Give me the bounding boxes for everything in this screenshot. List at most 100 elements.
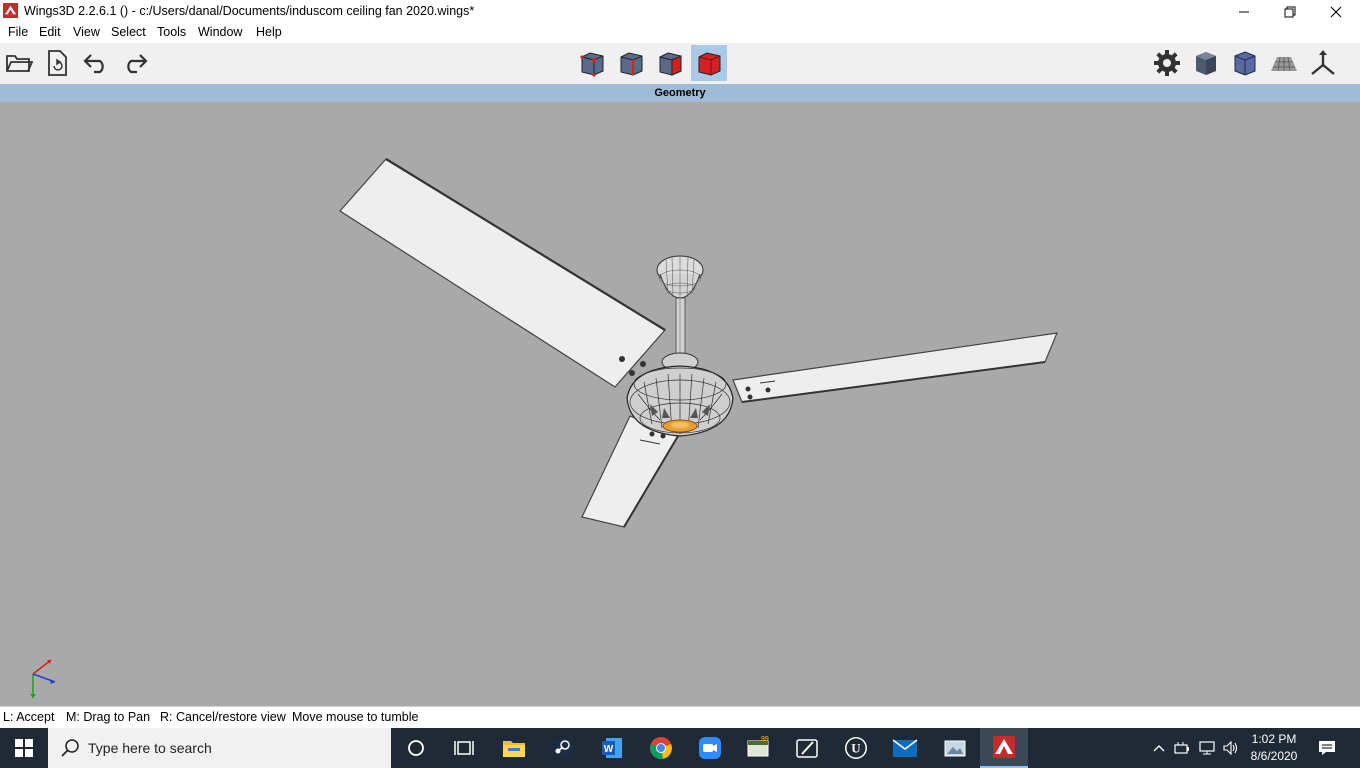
menu-bar: File Edit View Select Tools Window Help [0,24,1360,43]
menu-file[interactable]: File [8,25,28,39]
maximize-button[interactable] [1267,0,1313,24]
ground-grid-icon [1271,56,1297,72]
battery-button[interactable] [1172,728,1192,768]
notes-icon: 99 [747,736,769,757]
wings3d-app-icon[interactable] [3,3,18,18]
cortana-button[interactable] [392,728,440,768]
axes-button[interactable] [1305,45,1341,81]
unreal-engine-button[interactable]: U [832,728,880,768]
xyz-axes-icon [30,659,56,698]
notes-app-button[interactable]: 99 [734,728,782,768]
volume-button[interactable] [1220,728,1242,768]
minimize-button[interactable] [1221,0,1267,24]
clock-time: 1:02 PM [1251,732,1297,746]
close-button[interactable] [1313,0,1359,24]
save-icon [48,50,67,76]
file-explorer-icon [503,741,525,757]
body-mode-button[interactable] [691,45,727,81]
fan-blade-left[interactable] [339,158,666,388]
unreal-engine-icon: U [845,737,867,759]
preferences-button[interactable] [1149,45,1185,81]
menu-help[interactable]: Help [256,25,282,39]
network-icon [1199,741,1215,755]
undo-button[interactable] [78,45,114,81]
redo-icon [127,54,148,74]
chrome-button[interactable] [637,728,685,768]
axes-icon [1311,50,1335,75]
notification-icon [1319,741,1335,755]
photos-button[interactable] [931,728,979,768]
window-title: Wings3D 2.2.6.1 () - c:/Users/danal/Docu… [24,4,475,18]
zoom-button[interactable] [686,728,734,768]
taskbar-clock[interactable]: 1:02 PM 8/6/2020 [1246,731,1302,765]
face-mode-icon [659,52,682,76]
wireframe-button[interactable] [1227,45,1263,81]
status-middle-hint: M: Drag to Pan [66,710,151,724]
menu-view[interactable]: View [73,25,100,39]
mail-button[interactable] [881,728,929,768]
steam-button[interactable] [538,728,586,768]
task-view-icon [454,741,474,755]
minimize-icon [1239,11,1249,13]
restore-icon [1284,6,1296,18]
menu-window[interactable]: Window [198,25,242,39]
title-bar: Wings3D 2.2.6.1 () - c:/Users/danal/Docu… [0,0,1360,24]
status-right-hint: R: Cancel/restore view [160,710,286,724]
smooth-shading-icon [1196,52,1216,75]
show-hidden-icon [1153,745,1165,752]
pen-app-button[interactable] [783,728,831,768]
wings3d-icon [993,736,1015,758]
menu-edit[interactable]: Edit [39,25,61,39]
volume-icon [1223,741,1238,755]
word-button[interactable]: W [588,728,636,768]
smooth-shading-button[interactable] [1188,45,1224,81]
menu-tools[interactable]: Tools [157,25,186,39]
vertex-mode-icon [580,52,604,77]
status-bar: L: Accept M: Drag to Pan R: Cancel/resto… [0,706,1360,728]
ground-grid-button[interactable] [1266,45,1302,81]
mail-icon [892,739,918,757]
action-center-button[interactable] [1312,728,1342,768]
pen-app-icon [796,739,818,758]
open-button[interactable] [1,45,37,81]
windows-logo-icon [15,739,33,757]
geometry-window-header[interactable]: Geometry [0,84,1360,102]
open-folder-icon [6,55,33,72]
fan-canopy[interactable] [656,255,704,299]
wireframe-cube-icon [1234,51,1256,76]
cortana-icon [408,740,424,756]
word-icon: W [602,738,622,758]
edge-mode-button[interactable] [613,45,649,81]
taskbar-search-box[interactable]: Type here to search [48,728,391,768]
zoom-icon [699,737,721,759]
status-left-hint: L: Accept [3,710,55,724]
clock-date: 8/6/2020 [1250,749,1298,763]
menu-select[interactable]: Select [111,25,146,39]
ceiling-fan-model[interactable] [0,102,1360,706]
status-message: Move mouse to tumble [292,710,419,724]
search-placeholder: Type here to search [88,740,212,756]
redo-button[interactable] [117,45,153,81]
face-mode-button[interactable] [652,45,688,81]
svg-text:W: W [604,744,614,755]
file-explorer-button[interactable] [490,728,538,768]
show-hidden-icons-button[interactable] [1150,728,1168,768]
search-icon [61,739,79,757]
vertex-mode-button[interactable] [574,45,610,81]
undo-icon [83,54,104,74]
photos-icon [944,740,966,757]
svg-text:U: U [851,741,861,756]
edge-mode-icon [620,52,643,76]
geometry-viewport[interactable] [0,102,1360,706]
network-button[interactable] [1196,728,1218,768]
svg-text:99: 99 [761,736,769,743]
wings3d-taskbar-button[interactable] [980,728,1028,768]
task-view-button[interactable] [440,728,488,768]
start-button[interactable] [0,728,48,768]
close-icon [1330,6,1342,18]
fan-downrod[interactable] [675,297,686,357]
settings-gear-icon [1154,50,1180,76]
fan-blade-right[interactable] [732,332,1058,403]
save-button[interactable] [39,45,75,81]
body-mode-icon [698,52,721,76]
